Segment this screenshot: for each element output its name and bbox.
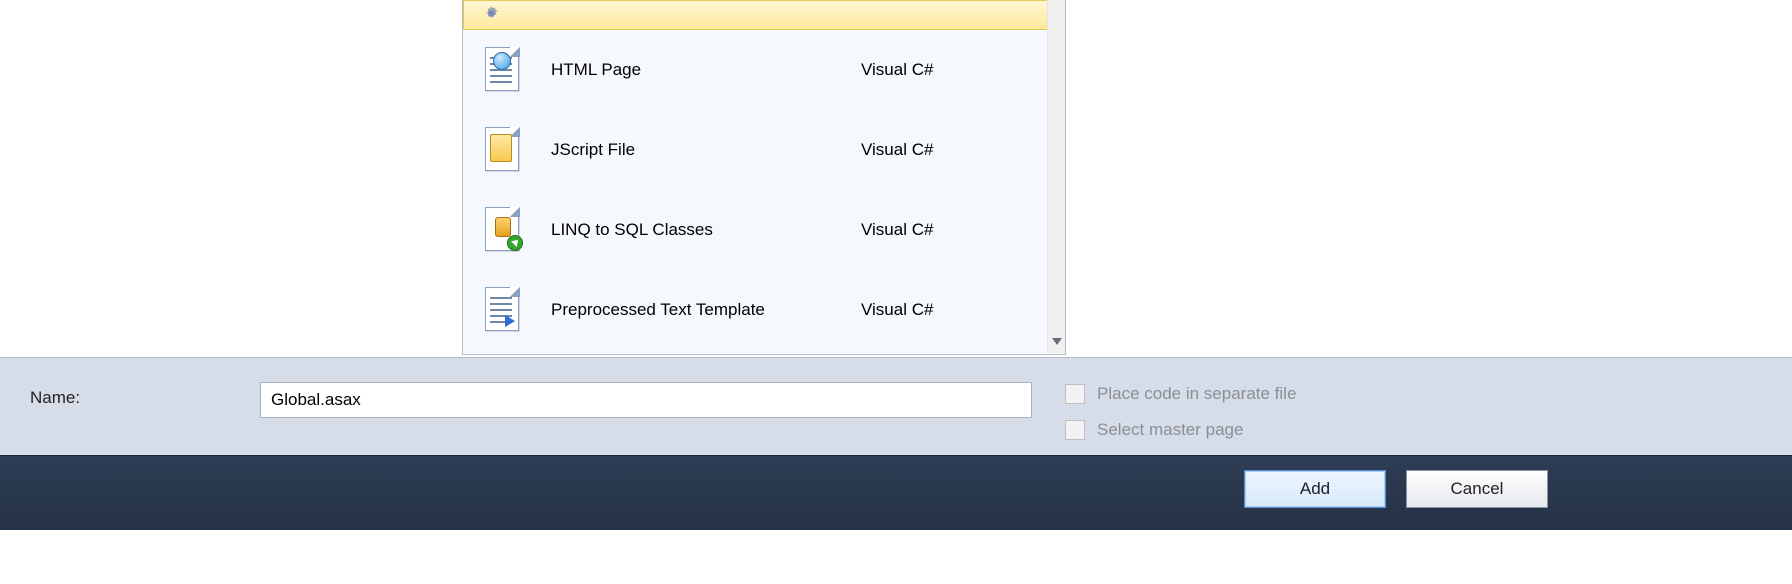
- template-item-preprocessed-text-template[interactable]: Preprocessed Text Template Visual C#: [463, 270, 1065, 350]
- linq-sql-icon: [481, 200, 551, 260]
- template-item-linq-to-sql[interactable]: LINQ to SQL Classes Visual C#: [463, 190, 1065, 270]
- add-button[interactable]: Add: [1244, 470, 1386, 508]
- template-item-label: Preprocessed Text Template: [551, 300, 861, 320]
- scrollbar[interactable]: [1047, 0, 1065, 353]
- select-master-label: Select master page: [1097, 420, 1243, 440]
- select-master-option: Select master page: [1065, 420, 1243, 440]
- template-item-selected[interactable]: [463, 0, 1065, 30]
- template-list[interactable]: HTML Page Visual C# JScript File Visual …: [462, 0, 1066, 355]
- template-item-label: JScript File: [551, 140, 861, 160]
- template-item-html-page[interactable]: HTML Page Visual C#: [463, 30, 1065, 110]
- place-code-label: Place code in separate file: [1097, 384, 1296, 404]
- html-page-icon: [481, 40, 551, 100]
- template-item-lang: Visual C#: [861, 60, 1001, 80]
- dialog-button-bar: Add Cancel: [0, 455, 1792, 530]
- place-code-option: Place code in separate file: [1065, 384, 1296, 404]
- template-item-label: HTML Page: [551, 60, 861, 80]
- name-options-bar: Name: Place code in separate file Select…: [0, 357, 1792, 455]
- template-item-lang: Visual C#: [861, 220, 1001, 240]
- template-item-lang: Visual C#: [861, 140, 1001, 160]
- gear-icon: [482, 2, 552, 28]
- template-list-panel: HTML Page Visual C# JScript File Visual …: [0, 0, 1792, 360]
- checkbox-icon: [1065, 384, 1085, 404]
- template-item-lang: Visual C#: [861, 300, 1001, 320]
- checkbox-icon: [1065, 420, 1085, 440]
- scroll-down-icon[interactable]: [1048, 333, 1066, 351]
- text-template-icon: [481, 280, 551, 340]
- template-item-jscript-file[interactable]: JScript File Visual C#: [463, 110, 1065, 190]
- cancel-button[interactable]: Cancel: [1406, 470, 1548, 508]
- name-input[interactable]: [260, 382, 1032, 418]
- template-item-label: LINQ to SQL Classes: [551, 220, 861, 240]
- name-label: Name:: [30, 388, 80, 408]
- jscript-file-icon: [481, 120, 551, 180]
